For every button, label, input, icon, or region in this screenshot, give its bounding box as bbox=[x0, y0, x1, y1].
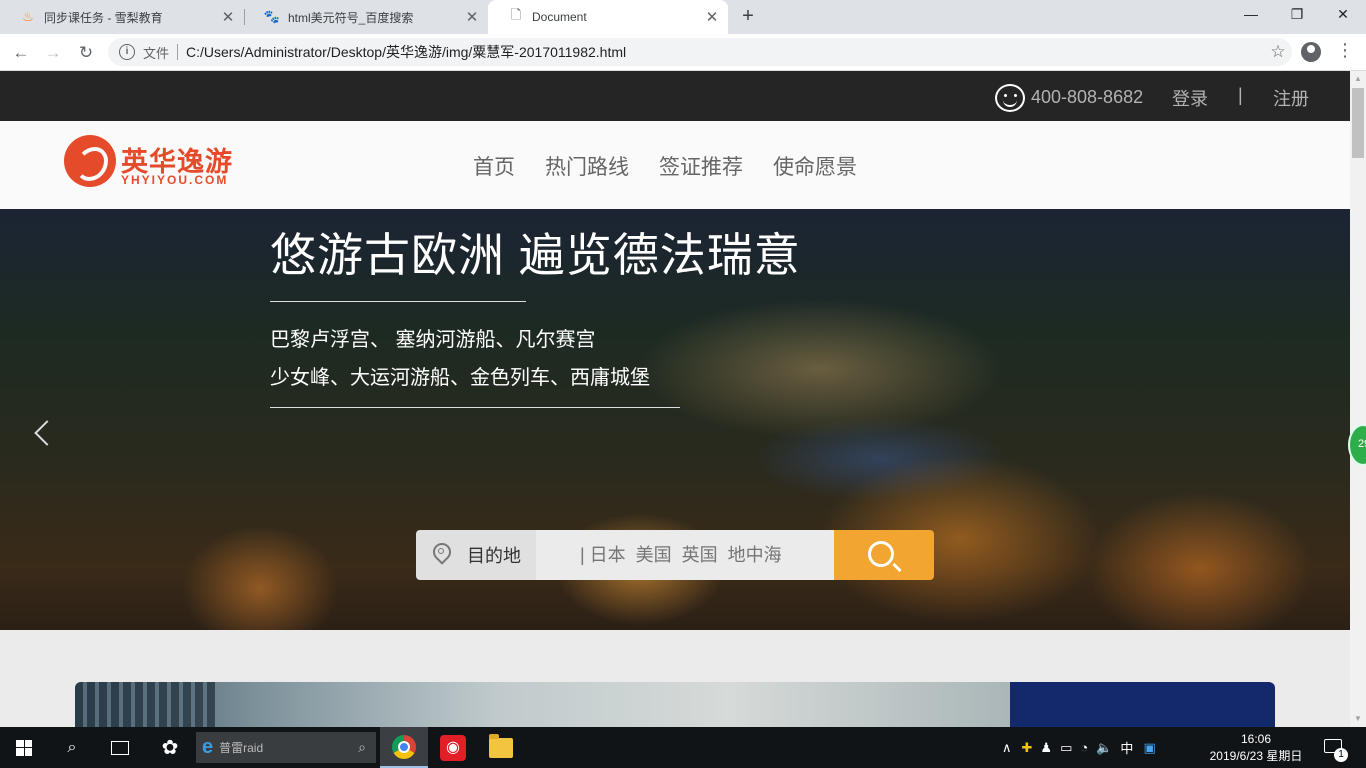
baidu-paw-icon: 🐾 bbox=[263, 9, 281, 24]
task-view-button[interactable] bbox=[96, 727, 144, 768]
restore-button[interactable]: ❐ bbox=[1274, 0, 1320, 30]
ime-indicator[interactable]: 中 bbox=[1120, 738, 1133, 757]
hero-subtitle-2: 少女峰、大运河游船、金色列车、西庸城堡 bbox=[270, 367, 650, 389]
close-window-button[interactable]: ✕ bbox=[1320, 0, 1366, 30]
destination-search: 目的地 bbox=[416, 530, 934, 580]
separator: | bbox=[1238, 85, 1243, 105]
login-link[interactable]: 登录 bbox=[1172, 85, 1208, 111]
address-bar[interactable]: i 文件 C:/Users/Administrator/Desktop/英华逸游… bbox=[108, 38, 1292, 66]
tab-document[interactable]: 🗋 Document ✕ bbox=[488, 0, 728, 34]
hero-banner: 悠游古欧洲 遍览德法瑞意 巴黎卢浮宫、 塞纳河游船、凡尔赛宫 少女峰、大运河游船… bbox=[0, 209, 1350, 630]
task-view-icon bbox=[111, 740, 129, 755]
flame-icon: ♨ bbox=[22, 9, 34, 24]
page-scrollbar[interactable]: ▲ ▼ bbox=[1350, 71, 1366, 727]
tab-title: html美元符号_百度搜索 bbox=[288, 10, 414, 25]
scroll-thumb[interactable] bbox=[1352, 88, 1364, 158]
logo-domain: YHYIYOU.COM bbox=[121, 173, 229, 187]
taskbar-netease-music[interactable]: ◉ bbox=[429, 727, 477, 768]
start-button[interactable] bbox=[0, 727, 48, 768]
tab-baidu[interactable]: 🐾 html美元符号_百度搜索 ✕ bbox=[244, 0, 489, 34]
tab-title: 同步课任务 - 雪梨教育 bbox=[44, 10, 163, 25]
hero-subtitle-1: 巴黎卢浮宫、 塞纳河游船、凡尔赛宫 bbox=[270, 329, 596, 351]
scheme-label: 文件 bbox=[143, 45, 170, 61]
forward-button[interactable]: → bbox=[40, 40, 66, 66]
nav-mission[interactable]: 使命愿景 bbox=[773, 151, 857, 181]
folder-icon bbox=[489, 733, 513, 758]
destination-input[interactable] bbox=[536, 530, 834, 580]
tab-strip: ♨ 同步课任务 - 雪梨教育 ✕ 🐾 html美元符号_百度搜索 ✕ 🗋 Doc… bbox=[0, 0, 1366, 34]
battery-icon[interactable]: ▭ bbox=[1060, 740, 1072, 756]
tray-app-icon[interactable]: ✚ bbox=[1022, 740, 1033, 756]
info-icon[interactable]: i bbox=[119, 44, 135, 60]
destination-label-box: 目的地 bbox=[416, 530, 536, 580]
system-tray: ∧ ✚ ♟ ▭ ◔ 🔈 中 ▣ bbox=[1002, 727, 1156, 768]
site-header: 英华逸游 YHYIYOU.COM 首页 热门路线 签证推荐 使命愿景 bbox=[0, 121, 1350, 209]
magnifier-icon: ⌕ bbox=[67, 738, 77, 756]
taskbar: ⌕ ✿ e 普雷raid ⌕ ◉ ∧ ✚ ♟ ▭ ◔ 🔈 中 ▣ 16:06 2… bbox=[0, 727, 1366, 768]
new-tab-button[interactable]: + bbox=[736, 4, 760, 28]
taskbar-chrome[interactable] bbox=[380, 727, 428, 768]
menu-dots-icon[interactable]: ⋮ bbox=[1336, 40, 1354, 61]
app-pinwheel[interactable]: ✿ bbox=[146, 727, 194, 768]
carousel-prev-arrow[interactable] bbox=[34, 420, 60, 446]
wifi-icon[interactable]: ◔ bbox=[1080, 740, 1088, 755]
toolbar: ← → ↻ i 文件 C:/Users/Administrator/Deskto… bbox=[0, 34, 1366, 71]
chrome-icon bbox=[392, 734, 416, 759]
customer-service-icon bbox=[995, 84, 1025, 112]
search-taskbar-button[interactable]: ⌕ bbox=[48, 727, 96, 768]
edge-icon: e bbox=[202, 736, 214, 758]
card-image bbox=[75, 682, 1010, 727]
hero-title: 悠游古欧洲 遍览德法瑞意 bbox=[270, 229, 801, 281]
url-text[interactable]: C:/Users/Administrator/Desktop/英华逸游/img/… bbox=[186, 42, 1264, 62]
phone-number: 400-808-8682 bbox=[1031, 87, 1144, 107]
hero-divider-top bbox=[270, 301, 526, 302]
register-link[interactable]: 注册 bbox=[1273, 85, 1309, 111]
netease-music-icon: ◉ bbox=[440, 734, 466, 761]
clock-date: 2019/6/23 星期日 bbox=[1209, 749, 1303, 763]
pinwheel-icon: ✿ bbox=[161, 737, 179, 759]
logo-icon[interactable] bbox=[64, 135, 116, 187]
location-pin-icon bbox=[431, 543, 451, 567]
qq-icon[interactable]: ♟ bbox=[1040, 740, 1052, 756]
feature-card[interactable] bbox=[75, 682, 1275, 727]
top-utility-bar: 400-808-8682 登录 | 注册 bbox=[0, 71, 1350, 121]
notification-count: 1 bbox=[1334, 748, 1348, 762]
document-icon: 🗋 bbox=[510, 7, 522, 22]
taskbar-search-text: 普雷raid bbox=[219, 741, 264, 755]
system-clock[interactable]: 16:06 2019/6/23 星期日 bbox=[1200, 731, 1312, 765]
taskbar-search-box[interactable]: e 普雷raid ⌕ bbox=[196, 732, 376, 763]
tab-xueli[interactable]: ♨ 同步课任务 - 雪梨教育 ✕ bbox=[0, 0, 245, 34]
scroll-down-arrow[interactable]: ▼ bbox=[1350, 711, 1366, 727]
bookmark-star-icon[interactable]: ☆ bbox=[1264, 42, 1292, 62]
nav-hot-routes[interactable]: 热门路线 bbox=[545, 151, 629, 181]
volume-icon[interactable]: 🔈 bbox=[1096, 740, 1112, 756]
back-button[interactable]: ← bbox=[8, 40, 34, 66]
main-nav: 首页 热门路线 签证推荐 使命愿景 bbox=[473, 151, 887, 181]
divider bbox=[177, 44, 179, 60]
taskbar-file-explorer[interactable] bbox=[477, 727, 525, 768]
tray-expand-icon[interactable]: ∧ bbox=[1002, 740, 1012, 756]
account-icon[interactable] bbox=[1301, 42, 1321, 62]
clock-time: 16:06 bbox=[1240, 732, 1272, 746]
nav-home[interactable]: 首页 bbox=[473, 151, 515, 181]
destination-label: 目的地 bbox=[467, 546, 521, 566]
nav-visa[interactable]: 签证推荐 bbox=[659, 151, 743, 181]
search-icon bbox=[868, 541, 894, 567]
search-button[interactable] bbox=[834, 530, 934, 580]
page-viewport: 400-808-8682 登录 | 注册 英华逸游 YHYIYOU.COM 首页… bbox=[0, 71, 1350, 727]
tab-title: Document bbox=[532, 10, 587, 24]
user-tray-icon[interactable]: ▣ bbox=[1143, 740, 1155, 756]
reload-button[interactable]: ↻ bbox=[73, 40, 99, 66]
minimize-button[interactable]: — bbox=[1228, 0, 1274, 30]
close-icon[interactable]: ✕ bbox=[218, 8, 238, 26]
scroll-up-arrow[interactable]: ▲ bbox=[1350, 71, 1366, 87]
search-icon: ⌕ bbox=[358, 739, 366, 755]
close-icon[interactable]: ✕ bbox=[702, 8, 722, 26]
windows-icon bbox=[16, 739, 32, 756]
close-icon[interactable]: ✕ bbox=[462, 8, 482, 26]
hero-divider-bottom bbox=[270, 407, 680, 408]
card-panel bbox=[1010, 682, 1275, 727]
